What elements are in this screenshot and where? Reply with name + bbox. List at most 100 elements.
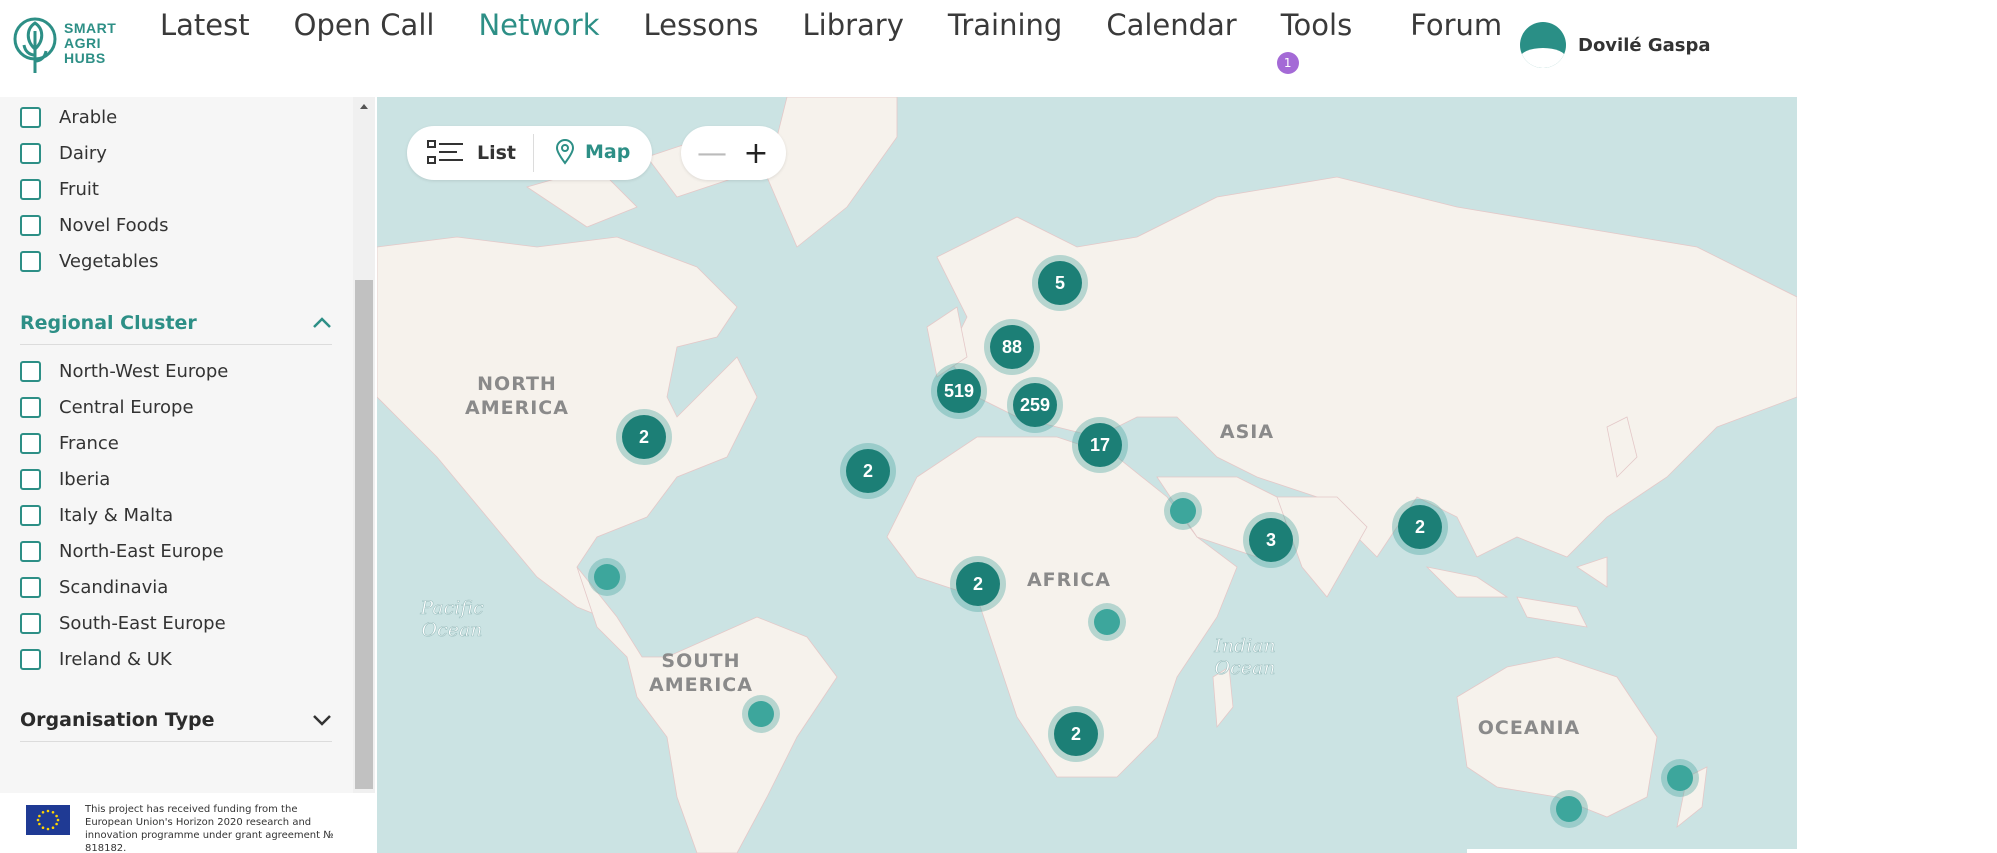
nav-training[interactable]: Training xyxy=(948,8,1062,42)
filter-option-north-east-europe[interactable]: North-East Europe xyxy=(20,541,224,562)
logo-leaf-icon xyxy=(13,17,57,73)
nav-tools-label: Tools xyxy=(1280,8,1353,42)
filter-label: Arable xyxy=(59,107,118,128)
nav-latest[interactable]: Latest xyxy=(160,8,250,42)
filter-option-dairy[interactable]: Dairy xyxy=(20,143,107,164)
smart-agri-hubs-logo[interactable]: SMART AGRI HUBS xyxy=(12,10,122,76)
checkbox[interactable] xyxy=(20,505,41,526)
checkbox[interactable] xyxy=(20,433,41,454)
location-marker-east-africa[interactable] xyxy=(1088,603,1126,641)
filter-label: North-East Europe xyxy=(59,541,224,562)
checkbox[interactable] xyxy=(20,469,41,490)
nav-forum[interactable]: Forum xyxy=(1410,8,1502,42)
checkbox[interactable] xyxy=(20,397,41,418)
filter-option-ireland-uk[interactable]: Ireland & UK xyxy=(20,649,172,670)
south-america-label-line-1: SOUTH xyxy=(661,650,740,672)
regional-cluster-header[interactable]: Regional Cluster xyxy=(20,312,332,345)
filter-option-south-east-europe[interactable]: South-East Europe xyxy=(20,613,226,634)
checkbox[interactable] xyxy=(20,361,41,382)
cluster-marker-central-europe[interactable]: 259 xyxy=(1007,377,1063,433)
chevron-up-icon xyxy=(313,317,331,328)
user-menu[interactable]: Dovilé Gaspa xyxy=(1520,22,1711,68)
cluster-marker-western-europe[interactable]: 519 xyxy=(931,363,987,419)
organisation-type-header[interactable]: Organisation Type xyxy=(20,709,332,742)
list-view-button[interactable]: List xyxy=(427,139,516,167)
filter-option-arable[interactable]: Arable xyxy=(20,107,117,128)
nav-calendar[interactable]: Calendar xyxy=(1106,8,1236,42)
cluster-marker-india[interactable]: 3 xyxy=(1243,512,1299,568)
zoom-in-button[interactable]: + xyxy=(739,136,773,171)
zoom-control: — + xyxy=(681,126,786,180)
filter-label: Italy & Malta xyxy=(59,505,174,526)
checkbox[interactable] xyxy=(20,107,41,128)
filter-label: Vegetables xyxy=(59,251,159,272)
cluster-marker-se-asia[interactable]: 2 xyxy=(1392,499,1448,555)
nav-open-call[interactable]: Open Call xyxy=(294,8,435,42)
user-name: Dovilé Gaspa xyxy=(1578,34,1711,56)
filter-option-vegetables[interactable]: Vegetables xyxy=(20,251,158,272)
filter-option-iberia[interactable]: Iberia xyxy=(20,469,110,490)
location-marker-australia[interactable] xyxy=(1550,790,1588,828)
cluster-marker-middle-east[interactable]: 17 xyxy=(1072,417,1128,473)
cluster-marker-usa-east[interactable]: 2 xyxy=(616,409,672,465)
checkbox[interactable] xyxy=(20,649,41,670)
tools-notification-badge: 1 xyxy=(1276,52,1299,74)
filter-option-central-europe[interactable]: Central Europe xyxy=(20,397,194,418)
checkbox[interactable] xyxy=(20,215,41,236)
indian-ocean-label-line-2: Ocean xyxy=(1214,657,1275,679)
cluster-marker-scandinavia[interactable]: 5 xyxy=(1032,255,1088,311)
section-title: Organisation Type xyxy=(20,709,215,731)
main-nav: Latest Open Call Network Lessons Library… xyxy=(160,0,1546,74)
location-marker-brazil[interactable] xyxy=(742,695,780,733)
checkbox[interactable] xyxy=(20,541,41,562)
zoom-out-button[interactable]: — xyxy=(695,136,729,171)
sidebar-scrollbar[interactable] xyxy=(353,97,375,793)
filter-option-novel-foods[interactable]: Novel Foods xyxy=(20,215,168,236)
checkbox[interactable] xyxy=(20,179,41,200)
cluster-marker-west-africa[interactable]: 2 xyxy=(950,556,1006,612)
filter-option-italy-malta[interactable]: Italy & Malta xyxy=(20,505,173,526)
filter-option-north-west-europe[interactable]: North-West Europe xyxy=(20,361,228,382)
avatar[interactable] xyxy=(1520,22,1566,68)
checkbox[interactable] xyxy=(20,613,41,634)
nav-library[interactable]: Library xyxy=(802,8,903,42)
map-footer-strip xyxy=(1467,849,1797,853)
nav-network[interactable]: Network xyxy=(478,8,599,42)
network-map[interactable]: NORTH AMERICA SOUTH AMERICA AFRICA ASIA … xyxy=(377,97,1797,853)
indian-ocean-label-line-1: Indian xyxy=(1213,635,1276,657)
nav-tools[interactable]: Tools 1 xyxy=(1276,8,1353,74)
scroll-up-arrow-icon[interactable] xyxy=(357,99,371,115)
location-marker-new-zealand[interactable] xyxy=(1661,759,1699,797)
marker-dot xyxy=(594,564,620,590)
filter-option-france[interactable]: France xyxy=(20,433,119,454)
pacific-ocean-label-line-2: Ocean xyxy=(421,619,482,641)
map-view-button[interactable]: Map xyxy=(555,139,630,165)
north-america-landmass xyxy=(377,236,758,618)
eu-flag-icon xyxy=(26,805,70,835)
location-marker-central-america[interactable] xyxy=(588,558,626,596)
checkbox[interactable] xyxy=(20,577,41,598)
logo-text: SMART AGRI HUBS xyxy=(64,20,116,66)
cluster-marker-north-sea[interactable]: 88 xyxy=(984,319,1040,375)
marker-dot xyxy=(1094,609,1120,635)
checkbox[interactable] xyxy=(20,251,41,272)
chevron-down-icon xyxy=(313,715,331,726)
nav-lessons[interactable]: Lessons xyxy=(644,8,759,42)
section-title: Regional Cluster xyxy=(20,312,197,334)
toggle-divider xyxy=(533,134,534,172)
greenland-landmass xyxy=(766,97,898,248)
cluster-marker-south-africa[interactable]: 2 xyxy=(1048,706,1104,762)
south-america-label-line-2: AMERICA xyxy=(649,674,753,696)
checkbox[interactable] xyxy=(20,143,41,164)
cluster-count: 519 xyxy=(937,369,981,413)
pacific-ocean-label-line-1: Pacific xyxy=(419,597,484,619)
scrollbar-thumb[interactable] xyxy=(355,280,373,789)
cluster-count: 2 xyxy=(1054,712,1098,756)
marker-dot xyxy=(1556,796,1582,822)
marker-dot xyxy=(1667,765,1693,791)
location-marker-gulf[interactable] xyxy=(1164,492,1202,530)
cluster-marker-atlantic[interactable]: 2 xyxy=(840,443,896,499)
southeast-asia-islands-landmass xyxy=(1425,556,1608,628)
filter-option-scandinavia[interactable]: Scandinavia xyxy=(20,577,168,598)
filter-option-fruit[interactable]: Fruit xyxy=(20,179,99,200)
